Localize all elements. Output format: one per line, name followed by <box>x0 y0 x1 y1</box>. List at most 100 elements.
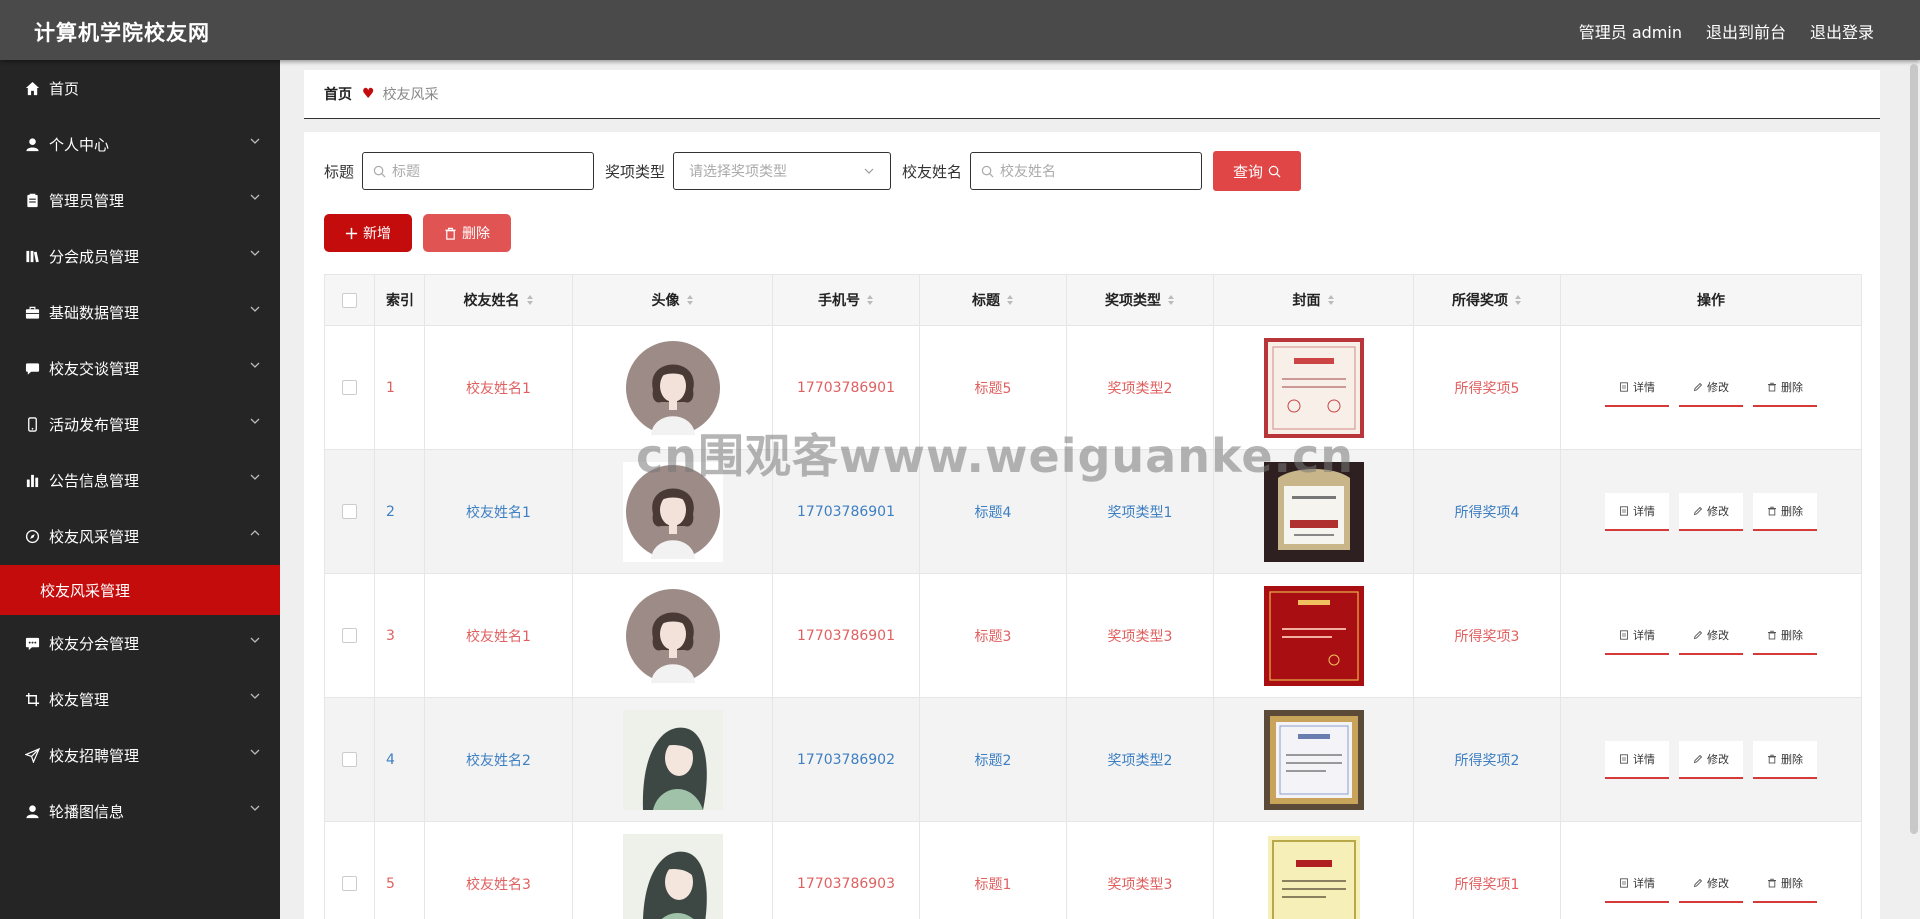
avatar[interactable] <box>622 461 723 562</box>
award-name: 所得奖项1 <box>1454 876 1520 893</box>
sidebar-item-alumni-branch[interactable]: 校友分会管理 <box>0 615 280 671</box>
col-header-award-type[interactable]: 奖项类型 <box>1067 275 1214 325</box>
sidebar-item-label: 校友交谈管理 <box>49 359 140 378</box>
row-checkbox[interactable] <box>342 504 357 519</box>
sort-icon[interactable] <box>1514 294 1522 306</box>
delete-button[interactable]: 删除 <box>1753 368 1817 407</box>
sidebar-item-alumni-chat[interactable]: 校友交谈管理 <box>0 340 280 396</box>
breadcrumb-home[interactable]: 首页 <box>324 84 352 104</box>
award-cell: 所得奖项5 <box>1414 326 1561 449</box>
main-area: 首页 ♥ 校友风采 标题 标题 奖项类型 请选择奖项类型 校友姓名 校友姓名 查… <box>280 60 1920 919</box>
avatar[interactable] <box>622 585 723 686</box>
add-button[interactable]: 新增 <box>324 214 412 252</box>
user-icon <box>24 136 40 152</box>
col-header-title[interactable]: 标题 <box>920 275 1067 325</box>
edit-button[interactable]: 修改 <box>1679 368 1743 407</box>
clipboard-icon <box>24 192 40 208</box>
col-header-phone[interactable]: 手机号 <box>773 275 920 325</box>
cover-image[interactable] <box>1263 709 1364 810</box>
sidebar-item-alumni-style[interactable]: 校友风采管理 <box>0 508 280 564</box>
sort-icon[interactable] <box>686 294 694 306</box>
trash-icon <box>1768 382 1776 391</box>
cover-image[interactable] <box>1263 461 1364 562</box>
title-cell: 标题3 <box>920 574 1067 697</box>
avatar-cell <box>573 698 773 821</box>
cover-image[interactable] <box>1263 337 1364 438</box>
award-type-cell: 奖项类型3 <box>1067 822 1214 919</box>
sidebar-subitem-label: 校友风采管理 <box>40 581 131 600</box>
col-header-actions: 操作 <box>1561 275 1861 325</box>
alumni-name: 校友姓名3 <box>466 876 531 893</box>
title-search-placeholder: 标题 <box>392 164 421 180</box>
sidebar-item-admin[interactable]: 管理员管理 <box>0 172 280 228</box>
col-header-cover[interactable]: 封面 <box>1214 275 1414 325</box>
col-header-avatar[interactable]: 头像 <box>573 275 773 325</box>
query-button[interactable]: 查询 <box>1213 151 1302 191</box>
sidebar-item-branch-members[interactable]: 分会成员管理 <box>0 228 280 284</box>
award-type-select[interactable]: 请选择奖项类型 <box>673 152 892 190</box>
edit-button[interactable]: 修改 <box>1679 864 1743 903</box>
col-header-award[interactable]: 所得奖项 <box>1414 275 1561 325</box>
row-checkbox[interactable] <box>342 380 357 395</box>
detail-button[interactable]: 详情 <box>1605 864 1669 903</box>
detail-button[interactable]: 详情 <box>1605 740 1669 779</box>
sidebar-item-personal[interactable]: 个人中心 <box>0 116 280 172</box>
logout-link[interactable]: 退出登录 <box>1810 19 1874 43</box>
select-all-checkbox[interactable] <box>342 292 357 308</box>
row-title: 标题2 <box>974 752 1012 769</box>
delete-button[interactable]: 删除 <box>1753 740 1817 779</box>
chevron-down-icon <box>250 362 260 368</box>
chevron-down-icon <box>250 138 260 144</box>
avatar-cell <box>573 450 773 573</box>
title-search-input[interactable]: 标题 <box>362 152 595 190</box>
cover-image[interactable] <box>1263 585 1364 686</box>
cover-image[interactable] <box>1263 833 1364 919</box>
chevron-down-icon <box>250 306 260 312</box>
edit-button[interactable]: 修改 <box>1679 740 1743 779</box>
delete-button[interactable]: 删除 <box>1753 864 1817 903</box>
sort-icon[interactable] <box>866 294 874 306</box>
row-checkbox[interactable] <box>342 628 357 643</box>
detail-button[interactable]: 详情 <box>1605 368 1669 407</box>
sidebar-item-alumni-manage[interactable]: 校友管理 <box>0 671 280 727</box>
sidebar-subitem-alumni-style-manage[interactable]: 校友风采管理 <box>0 565 280 615</box>
sort-icon[interactable] <box>1167 294 1175 306</box>
delete-button[interactable]: 删除 <box>1753 492 1817 531</box>
table-row: 3 校友姓名1 17703786901 标题3 奖项类型3 所得奖项3 详情 修改 删除 <box>325 573 1861 697</box>
alumni-name-search-input[interactable]: 校友姓名 <box>970 152 1203 190</box>
sort-icon[interactable] <box>1006 294 1014 306</box>
avatar[interactable] <box>622 337 723 438</box>
admin-user-link[interactable]: 管理员 admin <box>1579 19 1682 43</box>
row-checkbox[interactable] <box>342 752 357 767</box>
avatar[interactable] <box>622 709 723 810</box>
detail-button[interactable]: 详情 <box>1605 616 1669 655</box>
award-type: 奖项类型1 <box>1107 504 1173 521</box>
page-scrollbar[interactable] <box>1910 64 1918 834</box>
batch-delete-button[interactable]: 删除 <box>423 214 511 252</box>
sidebar-item-recruit[interactable]: 校友招聘管理 <box>0 727 280 783</box>
sort-icon[interactable] <box>526 294 534 306</box>
delete-label: 删除 <box>462 226 490 242</box>
sidebar-item-carousel[interactable]: 轮播图信息 <box>0 783 280 839</box>
sidebar-item-notice[interactable]: 公告信息管理 <box>0 452 280 508</box>
award-type-label: 奖项类型 <box>605 162 666 181</box>
sidebar-item-activity[interactable]: 活动发布管理 <box>0 396 280 452</box>
col-header-name[interactable]: 校友姓名 <box>425 275 573 325</box>
edit-button[interactable]: 修改 <box>1679 492 1743 531</box>
sort-icon[interactable] <box>1327 294 1335 306</box>
search-bar: 标题 标题 奖项类型 请选择奖项类型 校友姓名 校友姓名 查询 <box>324 151 1302 191</box>
sidebar-item-home[interactable]: 首页 <box>0 60 280 116</box>
detail-button[interactable]: 详情 <box>1605 492 1669 531</box>
edit-button[interactable]: 修改 <box>1679 616 1743 655</box>
add-label: 新增 <box>363 226 391 242</box>
delete-button[interactable]: 删除 <box>1753 616 1817 655</box>
back-to-frontend-link[interactable]: 退出到前台 <box>1706 19 1786 43</box>
chevron-down-icon <box>250 805 260 811</box>
sidebar-item-basic-data[interactable]: 基础数据管理 <box>0 284 280 340</box>
avatar[interactable] <box>622 833 723 919</box>
col-header-index: 索引 <box>375 275 425 325</box>
actions-cell: 详情 修改 删除 <box>1561 450 1861 573</box>
op-label: 详情 <box>1633 876 1655 890</box>
row-checkbox[interactable] <box>342 876 357 891</box>
table-header: 索引 校友姓名 头像 手机号 标题 奖项类型 封面 所得奖项 操作 <box>325 275 1861 325</box>
